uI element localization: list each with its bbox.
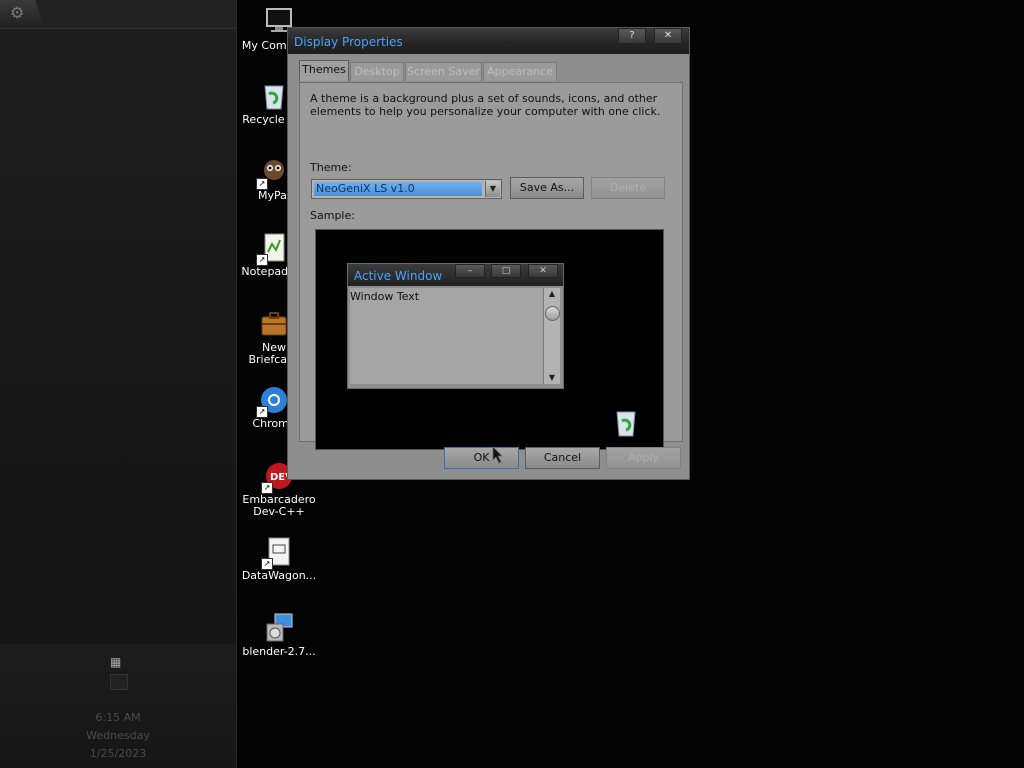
chrome-icon: ↗ [256, 384, 290, 418]
theme-description: A theme is a background plus a set of so… [310, 92, 661, 118]
tab-themes[interactable]: Themes [299, 60, 349, 81]
sample-active-window: Active Window – □ ✕ Window Text ▲ ▼ [347, 263, 564, 389]
sample-window-titlebar: Active Window – □ ✕ [348, 264, 563, 286]
notepad-icon: ↗ [256, 232, 290, 266]
cancel-button[interactable]: Cancel [525, 447, 600, 469]
shortcut-arrow-icon: ↗ [256, 254, 268, 266]
sample-label: Sample: [310, 209, 355, 222]
keyboard-icon[interactable]: ▦ [110, 656, 126, 668]
display-properties-dialog: Display Properties ? ✕ Themes Desktop Sc… [287, 27, 690, 480]
ok-button[interactable]: OK [444, 447, 519, 469]
installer-icon [263, 612, 295, 644]
help-button[interactable]: ? [618, 28, 646, 44]
close-button[interactable]: ✕ [654, 28, 682, 44]
delete-button[interactable]: Delete [591, 177, 665, 199]
gear-icon: ⚙ [10, 3, 25, 22]
dialog-titlebar[interactable]: Display Properties ? ✕ [288, 28, 689, 54]
clock-time: 6:15 AM [95, 711, 141, 724]
recycle-bin-icon [612, 408, 640, 438]
theme-selected-value: NeoGeniX LS v1.0 [314, 182, 482, 196]
desktop-icon-datawagon[interactable]: ↗ DataWagon... [239, 536, 319, 582]
tab-desktop[interactable]: Desktop [350, 62, 404, 81]
scroll-up-icon: ▲ [548, 289, 556, 298]
briefcase-icon [258, 308, 290, 340]
recycle-bin-icon [258, 80, 290, 112]
apply-button[interactable]: Apply [606, 447, 681, 469]
shortcut-arrow-icon: ↗ [256, 178, 268, 190]
desktop-icon-label: blender-2.7... [242, 646, 316, 658]
desktop-icon-blender[interactable]: blender-2.7... [239, 612, 319, 658]
shortcut-arrow-icon: ↗ [261, 482, 273, 494]
maximize-icon: □ [491, 264, 521, 278]
close-icon: ✕ [528, 264, 558, 278]
shortcut-arrow-icon: ↗ [256, 406, 268, 418]
desktop-icon-label: Embarcadero Dev-C++ [242, 494, 316, 518]
tray-icon[interactable] [110, 674, 128, 690]
sample-scrollbar: ▲ ▼ [543, 288, 560, 384]
theme-dropdown[interactable]: NeoGeniX LS v1.0 ▼ [311, 179, 502, 199]
dialog-title: Display Properties [294, 35, 403, 49]
theme-label: Theme: [310, 161, 352, 174]
sidebar-panel: ⚙ ▦ 6:15 AM Wednesday 1/25/2023 [0, 0, 237, 768]
shortcut-arrow-icon: ↗ [261, 558, 273, 570]
sample-window-text: Window Text [350, 290, 420, 303]
chevron-down-icon[interactable]: ▼ [485, 181, 500, 197]
sample-window-client: Window Text [350, 288, 543, 384]
scroll-thumb [545, 306, 560, 321]
clock-day: Wednesday [86, 729, 150, 742]
document-icon: ↗ [261, 536, 295, 570]
save-as-button[interactable]: Save As... [510, 177, 584, 199]
sidebar-top-bar: ⚙ [0, 0, 236, 29]
start-button[interactable]: ⚙ [0, 0, 44, 26]
clock-date: 1/25/2023 [89, 747, 147, 760]
mouse-cursor-icon [492, 446, 503, 464]
mypal-icon: ↗ [256, 156, 290, 190]
theme-sample-preview: Active Window – □ ✕ Window Text ▲ ▼ [315, 229, 664, 450]
scroll-down-icon: ▼ [548, 373, 556, 382]
desktop-icon-label: DataWagon... [241, 570, 317, 582]
tab-screen-saver[interactable]: Screen Saver [405, 62, 482, 81]
sample-window-title: Active Window [354, 269, 443, 283]
minimize-icon: – [455, 264, 485, 278]
tab-appearance[interactable]: Appearance [483, 62, 557, 81]
themes-panel: A theme is a background plus a set of so… [299, 82, 683, 450]
